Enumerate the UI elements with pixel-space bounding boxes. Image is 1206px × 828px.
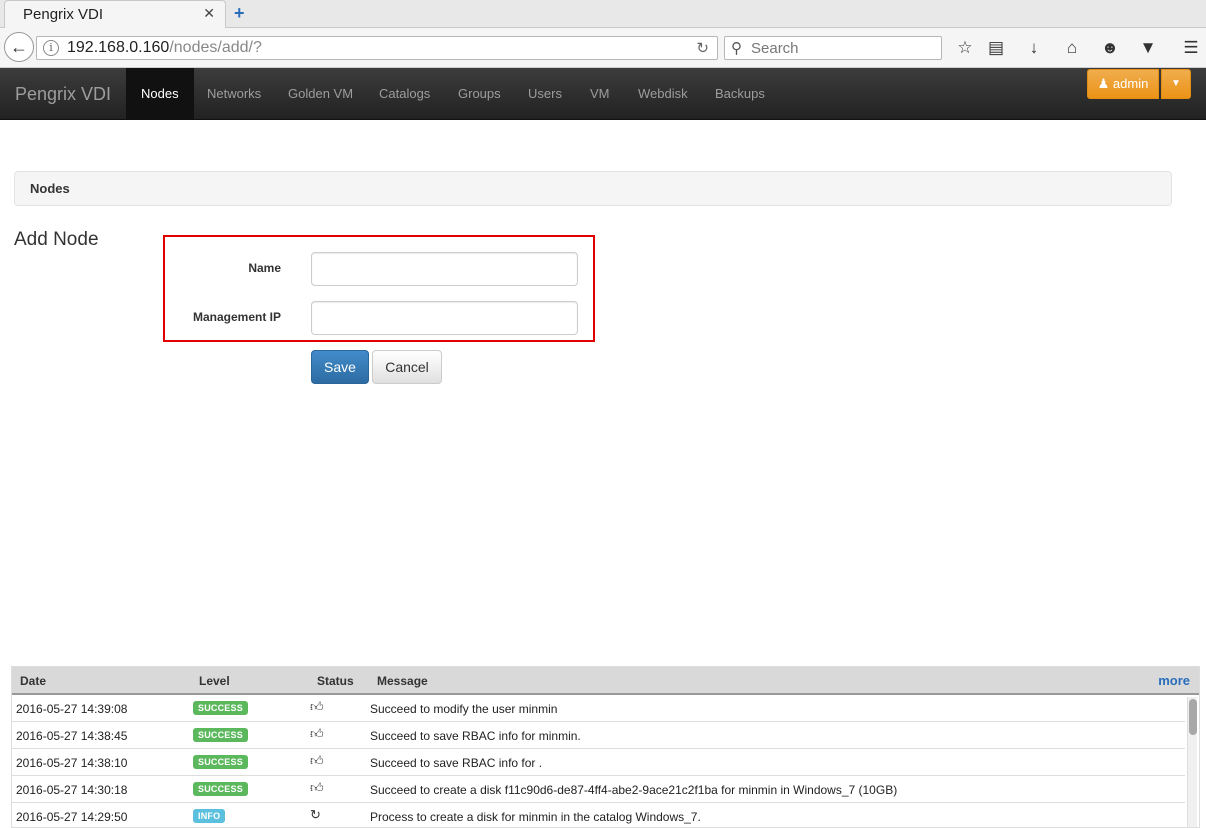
- url-host: 192.168.0.160: [67, 39, 170, 56]
- row-date: 2016-05-27 14:38:10: [16, 756, 128, 770]
- app-navbar: Pengrix VDI Nodes Networks Golden VM Cat…: [0, 68, 1206, 120]
- row-message: Succeed to save RBAC info for minmin.: [370, 729, 581, 743]
- header-level[interactable]: Level: [199, 674, 230, 688]
- thumbs-up-icon: 👍︎: [310, 753, 324, 768]
- row-date: 2016-05-27 14:30:18: [16, 783, 128, 797]
- event-log-table: Date Level Status Message more 2016-05-2…: [11, 666, 1200, 828]
- home-icon[interactable]: ⌂: [1061, 38, 1083, 58]
- row-message: Succeed to modify the user minmin: [370, 702, 558, 716]
- nav-item-nodes[interactable]: Nodes: [126, 68, 194, 120]
- nav-item-backups[interactable]: Backups: [700, 68, 780, 120]
- caret-down-icon[interactable]: ▼: [1161, 69, 1191, 99]
- thumbs-up-icon: 👍︎: [310, 780, 324, 795]
- row-message: Succeed to save RBAC info for .: [370, 756, 543, 770]
- thumbs-up-icon: 👍︎: [310, 699, 324, 714]
- name-input[interactable]: [311, 252, 578, 286]
- menu-icon[interactable]: ☰: [1180, 38, 1202, 58]
- browser-tab[interactable]: Pengrix VDI ✕: [4, 0, 226, 28]
- row-message: Process to create a disk for minmin in t…: [370, 810, 701, 824]
- header-message[interactable]: Message: [377, 674, 428, 688]
- search-placeholder: Search: [751, 40, 799, 57]
- nav-item-groups[interactable]: Groups: [443, 68, 516, 120]
- browser-toolbar: ← i 192.168.0.160/nodes/add/? ↻ ⚲ Search…: [0, 28, 1206, 68]
- thumbs-up-icon: 👍︎: [310, 726, 324, 741]
- url-bar[interactable]: i 192.168.0.160/nodes/add/? ↻: [36, 36, 718, 60]
- new-tab-icon[interactable]: +: [234, 3, 245, 24]
- table-header: Date Level Status Message more: [12, 667, 1199, 695]
- row-date: 2016-05-27 14:29:50: [16, 810, 128, 824]
- search-icon: ⚲: [731, 40, 742, 57]
- management-ip-label: Management IP: [192, 310, 281, 324]
- header-date[interactable]: Date: [20, 674, 46, 688]
- management-ip-input[interactable]: [311, 301, 578, 335]
- scrollbar-thumb[interactable]: [1189, 699, 1197, 735]
- table-row: 2016-05-27 14:29:50 INFO ↻ Process to cr…: [12, 803, 1185, 828]
- info-icon[interactable]: i: [43, 40, 59, 56]
- breadcrumb: Nodes: [14, 171, 1172, 206]
- breadcrumb-nodes[interactable]: Nodes: [30, 181, 70, 196]
- table-row: 2016-05-27 14:39:08 SUCCESS 👍︎ Succeed t…: [12, 695, 1185, 722]
- cancel-button[interactable]: Cancel: [372, 350, 442, 384]
- back-arrow-icon[interactable]: ←: [4, 32, 34, 62]
- admin-label: admin: [1112, 76, 1149, 91]
- table-row: 2016-05-27 14:38:45 SUCCESS 👍︎ Succeed t…: [12, 722, 1185, 749]
- page-title: Add Node: [14, 229, 99, 250]
- url-text: 192.168.0.160/nodes/add/?: [67, 39, 262, 57]
- nav-item-golden-vm[interactable]: Golden VM: [273, 68, 368, 120]
- more-link[interactable]: more: [1158, 673, 1190, 688]
- bookmark-star-icon[interactable]: ☆: [954, 38, 976, 58]
- level-badge: SUCCESS: [193, 755, 248, 769]
- close-tab-icon[interactable]: ✕: [203, 5, 215, 22]
- table-row: 2016-05-27 14:30:18 SUCCESS 👍︎ Succeed t…: [12, 776, 1185, 803]
- row-message: Succeed to create a disk f11c90d6-de87-4…: [370, 783, 898, 797]
- level-badge: SUCCESS: [193, 782, 248, 796]
- nav-item-vm[interactable]: VM: [575, 68, 625, 120]
- chat-icon[interactable]: ☻: [1099, 38, 1121, 58]
- row-date: 2016-05-27 14:39:08: [16, 702, 128, 716]
- log-scrollbar[interactable]: [1187, 697, 1197, 827]
- brand-logo-text[interactable]: Pengrix VDI: [15, 84, 111, 105]
- nav-item-webdisk[interactable]: Webdisk: [623, 68, 703, 120]
- name-label: Name: [248, 261, 281, 275]
- reading-list-icon[interactable]: ▤: [985, 38, 1007, 58]
- reload-icon[interactable]: ↻: [696, 39, 709, 57]
- table-row: 2016-05-27 14:38:10 SUCCESS 👍︎ Succeed t…: [12, 749, 1185, 776]
- nav-item-catalogs[interactable]: Catalogs: [364, 68, 445, 120]
- user-icon: ♟: [1097, 76, 1110, 91]
- tab-title: Pengrix VDI: [23, 6, 104, 23]
- save-button[interactable]: Save: [311, 350, 369, 384]
- pocket-icon[interactable]: ▼: [1137, 38, 1159, 58]
- row-date: 2016-05-27 14:38:45: [16, 729, 128, 743]
- header-status[interactable]: Status: [317, 674, 354, 688]
- level-badge: INFO: [193, 809, 226, 823]
- admin-user-button[interactable]: ♟ admin: [1087, 69, 1159, 99]
- search-bar[interactable]: ⚲ Search: [724, 36, 942, 60]
- url-path: /nodes/add/?: [169, 39, 262, 56]
- nav-item-networks[interactable]: Networks: [192, 68, 276, 120]
- level-badge: SUCCESS: [193, 701, 248, 715]
- level-badge: SUCCESS: [193, 728, 248, 742]
- refresh-icon: ↻: [310, 807, 321, 822]
- browser-tab-bar: Pengrix VDI ✕ +: [0, 0, 1206, 28]
- nav-item-users[interactable]: Users: [513, 68, 577, 120]
- download-icon[interactable]: ↓: [1023, 38, 1045, 58]
